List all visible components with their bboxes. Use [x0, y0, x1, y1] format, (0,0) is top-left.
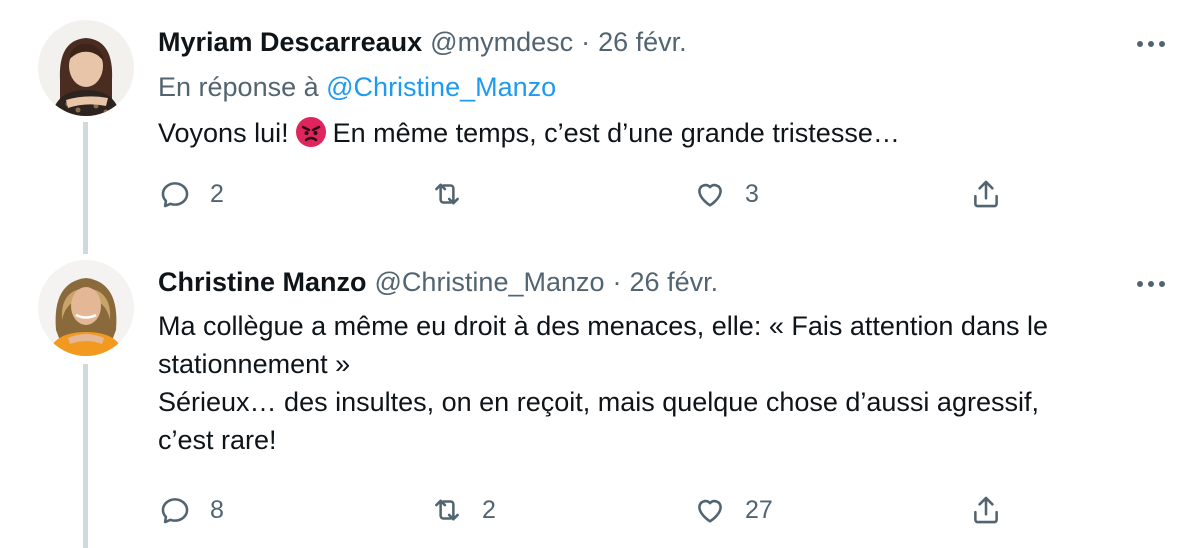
avatar[interactable] — [38, 20, 134, 116]
reply-count: 2 — [210, 179, 224, 208]
author-handle[interactable]: @mymdesc — [430, 27, 573, 58]
reply-context: En réponse à @Christine_Manzo — [158, 72, 556, 103]
like-count: 27 — [745, 495, 773, 524]
share-button[interactable] — [969, 174, 1003, 214]
author-name[interactable]: Christine Manzo — [158, 267, 367, 298]
retweet-icon — [435, 499, 459, 521]
share-button[interactable] — [969, 490, 1003, 530]
heart-icon — [698, 183, 722, 207]
heart-icon — [698, 499, 722, 523]
tweet-date[interactable]: 26 févr. — [630, 267, 719, 298]
tweet-text-line: stationnement » — [158, 349, 351, 379]
more-icon — [1137, 281, 1165, 287]
reply-icon — [161, 182, 189, 208]
like-button[interactable]: 3 — [693, 174, 759, 214]
tweet[interactable]: Myriam Descarreaux @mymdesc · 26 févr. E… — [0, 0, 1200, 250]
reply-prefix: En réponse à — [158, 72, 319, 102]
tweet-actions: 2 3 — [158, 174, 1038, 214]
tweet-actions: 8 2 27 — [158, 490, 1038, 530]
tweet-text-line: Ma collègue a même eu droit à des menace… — [158, 311, 1048, 341]
tweet-text: Ma collègue a même eu droit à des menace… — [158, 307, 1158, 459]
reply-mention-link[interactable]: @Christine_Manzo — [326, 72, 556, 102]
separator: · — [581, 26, 591, 57]
tweet-text-line: Sérieux… des insultes, on en reçoit, mai… — [158, 387, 1039, 417]
author-handle[interactable]: @Christine_Manzo — [375, 267, 605, 298]
retweet-button[interactable]: 2 — [430, 490, 496, 530]
retweet-button[interactable] — [430, 174, 482, 214]
tweet[interactable]: Christine Manzo @Christine_Manzo · 26 fé… — [0, 250, 1200, 548]
reply-count: 8 — [210, 495, 224, 524]
more-icon — [1137, 41, 1165, 47]
retweet-count: 2 — [482, 495, 496, 524]
share-icon — [974, 180, 998, 208]
separator: · — [612, 266, 622, 297]
more-options-button[interactable] — [1134, 267, 1168, 301]
tweet-header: Myriam Descarreaux @mymdesc · 26 févr. — [158, 24, 687, 60]
reply-button[interactable]: 2 — [158, 174, 224, 214]
angry-face-icon — [295, 116, 327, 148]
author-name[interactable]: Myriam Descarreaux — [158, 27, 422, 58]
avatar[interactable] — [38, 260, 134, 356]
like-button[interactable]: 27 — [693, 490, 773, 530]
reply-button[interactable]: 8 — [158, 490, 224, 530]
tweet-text-line: c’est rare! — [158, 425, 277, 455]
more-options-button[interactable] — [1134, 27, 1168, 61]
like-count: 3 — [745, 179, 759, 208]
tweet-text: Voyons lui! En même temps, c’est d’une g… — [158, 116, 900, 148]
tweet-date[interactable]: 26 févr. — [598, 27, 687, 58]
reply-icon — [161, 498, 189, 524]
share-icon — [974, 496, 998, 524]
tweet-header: Christine Manzo @Christine_Manzo · 26 fé… — [158, 264, 718, 300]
retweet-icon — [435, 183, 459, 205]
